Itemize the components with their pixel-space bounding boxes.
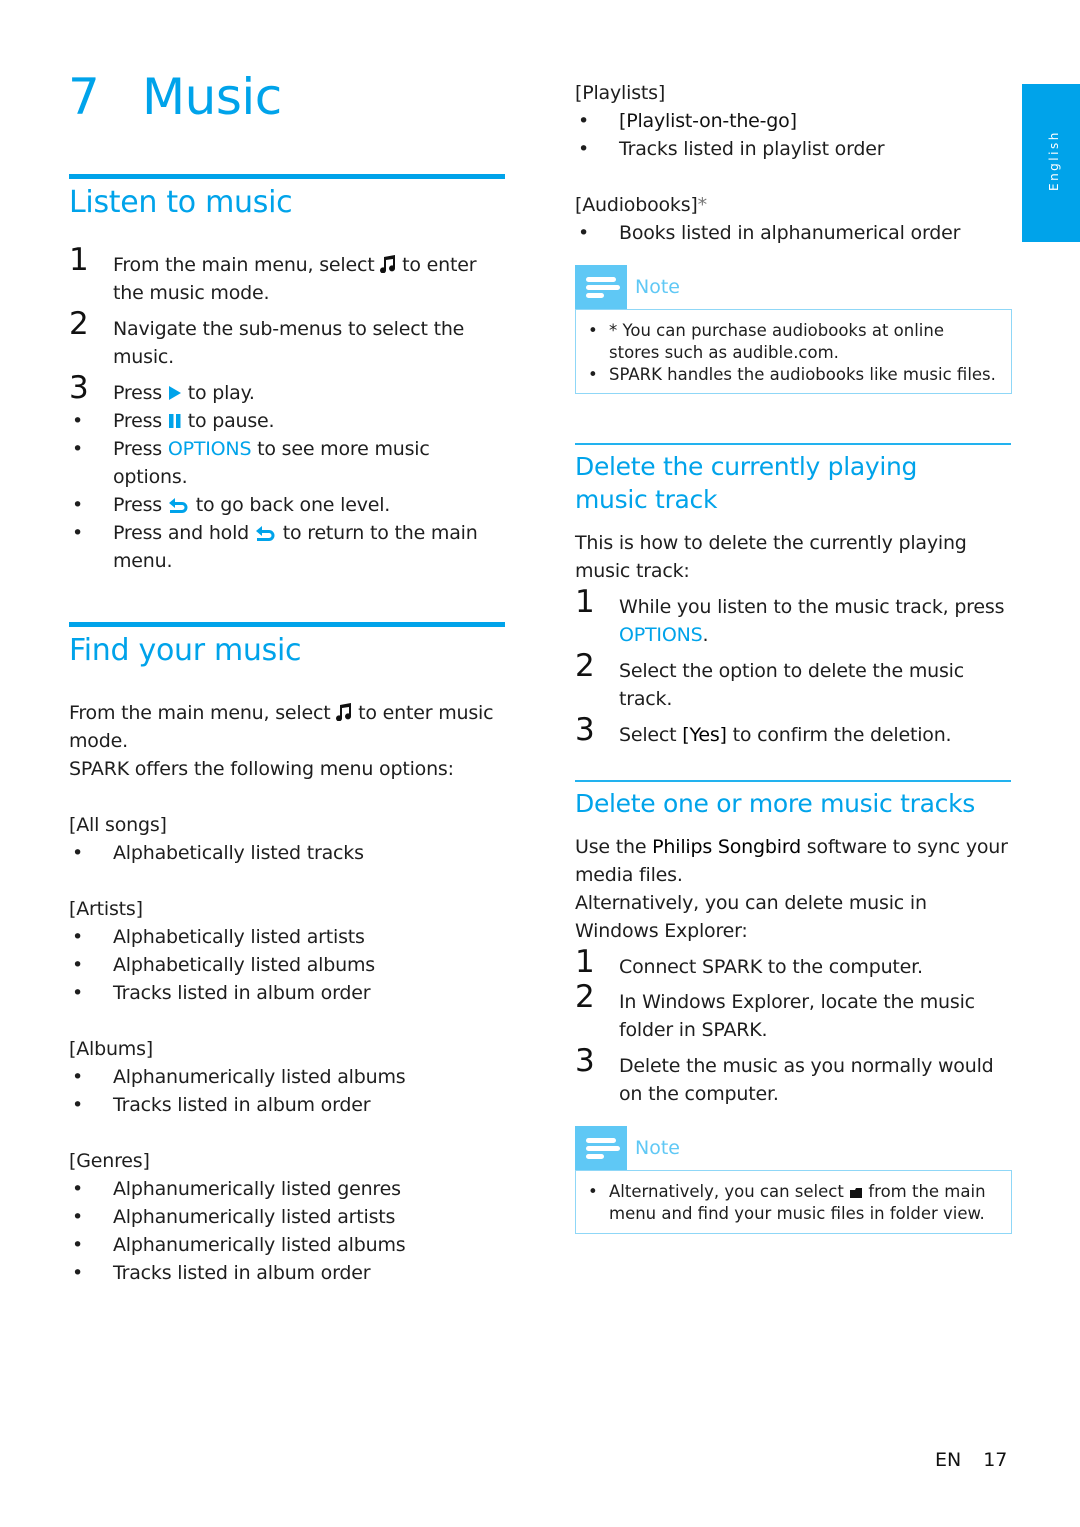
menu-option-heading: [All songs] (69, 814, 167, 836)
step: 3 Press to play. (69, 370, 255, 406)
sub-bullet: • Press and hold to return to the main m… (72, 522, 478, 572)
folder-icon (850, 1188, 863, 1198)
note-item: • SPARK handles the audiobooks like music… (588, 365, 996, 384)
step: 3 Delete the music as you normally would… (575, 1043, 994, 1106)
step-number: 1 (575, 584, 595, 620)
list-item: • Tracks listed in album order (72, 1262, 371, 1284)
music-note-icon (336, 703, 352, 721)
step: 2 Navigate the sub-menus to select the m… (69, 306, 465, 369)
note-box: Note • Alternatively, you can select from… (575, 1126, 1012, 1234)
listen-steps: 1 From the main menu, select to enter th… (69, 242, 509, 575)
section-title-delete-more: Delete one or more music tracks (575, 789, 975, 818)
options-key-label: OPTIONS (167, 438, 252, 460)
section-title-delete-current: Delete the currently playing music track (575, 452, 918, 514)
find-intro: From the main menu, select to enter musi… (69, 699, 509, 1287)
music-note-icon (380, 255, 396, 273)
step: 1 While you listen to the music track, p… (575, 584, 1005, 647)
language-tab: English (1022, 84, 1080, 242)
step: 3 Select [Yes] to confirm the deletion. (575, 712, 952, 748)
section-title-listen: Listen to music (69, 185, 293, 220)
step-number: 1 (575, 944, 595, 980)
language-tab-label: English (1047, 130, 1061, 191)
menu-option-heading: [Audiobooks]* (575, 194, 707, 216)
section-title-find: Find your music (69, 633, 302, 668)
step-number: 2 (575, 648, 595, 684)
step-number: 2 (575, 979, 595, 1015)
software-name: Philips Songbird (652, 836, 801, 858)
list-item: • Alphanumerically listed artists (72, 1206, 396, 1228)
menu-option-heading: [Artists] (69, 898, 143, 920)
list-item: • Alphanumerically listed albums (72, 1234, 406, 1256)
section-rule (69, 174, 505, 179)
chapter-number: 7 (68, 68, 100, 126)
delete-more-content: Use the Philips Songbird software to syn… (575, 833, 1015, 1108)
menu-option-heading: [Genres] (69, 1150, 150, 1172)
chapter-name: Music (142, 68, 282, 126)
section-rule (575, 780, 1011, 782)
list-item: • Alphabetically listed tracks (72, 842, 364, 864)
list-item: • Alphanumerically listed genres (72, 1178, 401, 1200)
note-item: • * You can purchase audiobooks at online… (588, 321, 944, 362)
step-number: 3 (575, 712, 595, 748)
pause-icon (168, 414, 181, 428)
back-icon (255, 526, 275, 541)
sub-bullet: • Press OPTIONS to see more music option… (72, 438, 430, 488)
yes-option-label: [Yes] (682, 724, 727, 746)
step-number: 1 (69, 242, 89, 278)
list-item: • [Playlist-on-the-go] (578, 110, 797, 132)
list-item: • Alphanumerically listed albums (72, 1066, 406, 1088)
delete-current-content: This is how to delete the currently play… (575, 529, 1015, 749)
list-item: • Tracks listed in playlist order (578, 138, 885, 160)
list-item: • Alphabetically listed albums (72, 954, 375, 976)
step-number: 3 (69, 370, 89, 406)
step: 2 Select the option to delete the music … (575, 648, 964, 711)
step-number: 3 (575, 1043, 595, 1079)
note-box: Note • * You can purchase audiobooks at o… (575, 265, 1012, 394)
note-title: Note (635, 276, 680, 298)
footer-language: EN (935, 1449, 962, 1471)
step: 2 In Windows Explorer, locate the music … (575, 979, 975, 1042)
chapter-title: 7 Music (68, 72, 282, 122)
note-item: • Alternatively, you can select from the … (588, 1182, 986, 1223)
step-number: 2 (69, 306, 89, 342)
step: 1 From the main menu, select to enter th… (69, 242, 477, 305)
options-key-label: OPTIONS (619, 624, 703, 646)
list-item: • Alphabetically listed artists (72, 926, 365, 948)
note-icon (575, 1126, 627, 1170)
note-title: Note (635, 1137, 680, 1159)
play-icon (168, 386, 181, 400)
list-item: • Tracks listed in album order (72, 1094, 371, 1116)
find-continued: [Playlists] • [Playlist-on-the-go] • Track… (575, 79, 1015, 247)
note-icon (575, 265, 627, 309)
list-item: • Books listed in alphanumerical order (578, 222, 961, 244)
page-footer: EN 17 (935, 1449, 1007, 1471)
sub-bullet: • Press to go back one level. (72, 494, 391, 516)
menu-option-heading: [Albums] (69, 1038, 154, 1060)
menu-option-heading: [Playlists] (575, 82, 666, 104)
page-number: 17 (983, 1449, 1008, 1471)
list-item: • Tracks listed in album order (72, 982, 371, 1004)
sub-bullet: • Press to pause. (72, 410, 275, 432)
section-rule (575, 443, 1011, 445)
back-icon (168, 498, 188, 513)
step: 1 Connect SPARK to the computer. (575, 944, 923, 980)
section-rule (69, 622, 505, 627)
